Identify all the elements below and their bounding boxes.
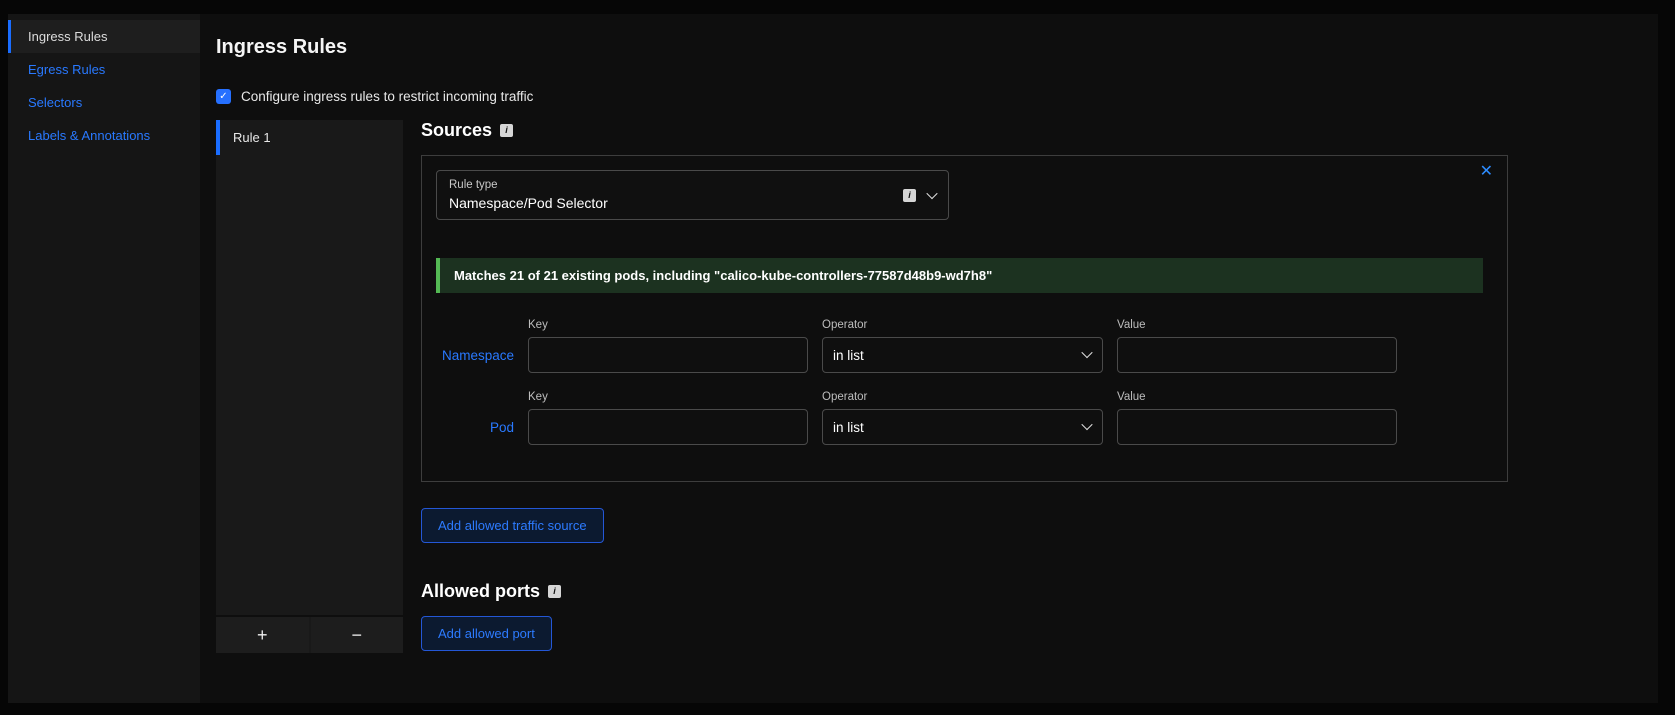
rule-item-1[interactable]: Rule 1: [216, 120, 403, 155]
page-title: Ingress Rules: [216, 36, 348, 58]
main-content: Ingress Rules ✓ Configure ingress rules …: [200, 14, 1658, 703]
pod-value-label: Value: [1117, 391, 1146, 403]
app-window: Ingress Rules Egress Rules Selectors Lab…: [0, 0, 1675, 715]
sources-info-icon: i: [500, 124, 514, 137]
allowed-ports-heading-row: Allowed ports i: [421, 581, 1508, 602]
rule-type-value: Namespace/Pod Selector: [449, 195, 608, 211]
rules-actions: + −: [216, 615, 403, 653]
allowed-ports-heading: Allowed ports: [421, 581, 541, 601]
sidebar-item-labels-annotations[interactable]: Labels & Annotations: [8, 119, 200, 152]
sources-heading: Sources: [421, 120, 493, 140]
sidebar-item-selectors[interactable]: Selectors: [8, 86, 200, 119]
add-traffic-source-button[interactable]: Add allowed traffic source: [421, 508, 604, 543]
allowed-ports-info-icon: i: [548, 585, 562, 598]
sidebar-item-ingress-rules[interactable]: Ingress Rules: [8, 20, 200, 53]
rule-editor: Sources i ✕ Rule type Namespace/Pod Sele…: [421, 120, 1508, 653]
match-count-banner: Matches 21 of 21 existing pods, includin…: [436, 258, 1483, 293]
selector-fields: Namespace Key Operator in list Value Pod…: [436, 319, 1493, 445]
pod-operator-label: Operator: [822, 391, 868, 403]
remove-rule-button[interactable]: −: [310, 617, 403, 653]
rule-type-select[interactable]: Rule type Namespace/Pod Selector i: [436, 170, 949, 220]
namespace-selector-label: Namespace: [441, 347, 514, 363]
chevron-down-icon: [926, 187, 938, 200]
add-rule-button[interactable]: +: [216, 617, 309, 653]
source-card: ✕ Rule type Namespace/Pod Selector i Mat…: [421, 155, 1508, 482]
namespace-key-input[interactable]: [528, 337, 808, 373]
pod-selector-label: Pod: [489, 419, 514, 435]
sidebar: Ingress Rules Egress Rules Selectors Lab…: [8, 14, 200, 703]
configure-ingress-row: ✓ Configure ingress rules to restrict in…: [216, 89, 1658, 104]
add-allowed-port-button[interactable]: Add allowed port: [421, 616, 552, 651]
configure-ingress-label: Configure ingress rules to restrict inco…: [241, 89, 534, 104]
check-icon: ✓: [219, 91, 228, 102]
pod-value-input[interactable]: [1117, 409, 1397, 445]
pod-key-input[interactable]: [528, 409, 808, 445]
pod-selector-row: Pod Key Operator in list Value: [436, 391, 1493, 445]
sidebar-item-egress-rules[interactable]: Egress Rules: [8, 53, 200, 86]
remove-source-button[interactable]: ✕: [1478, 162, 1495, 182]
namespace-selector-row: Namespace Key Operator in list Value: [436, 319, 1493, 373]
rule-type-info-icon: i: [903, 188, 916, 202]
rule-type-label: Rule type: [449, 179, 498, 191]
namespace-operator-select[interactable]: in list: [822, 337, 1103, 373]
namespace-value-input[interactable]: [1117, 337, 1397, 373]
namespace-value-label: Value: [1117, 319, 1146, 331]
rules-list: Rule 1 + −: [216, 120, 403, 653]
pod-key-label: Key: [528, 391, 548, 403]
sources-heading-row: Sources i: [421, 120, 1508, 141]
namespace-key-label: Key: [528, 319, 548, 331]
namespace-operator-label: Operator: [822, 319, 868, 331]
pod-operator-select[interactable]: in list: [822, 409, 1103, 445]
configure-ingress-checkbox[interactable]: ✓: [216, 89, 231, 104]
